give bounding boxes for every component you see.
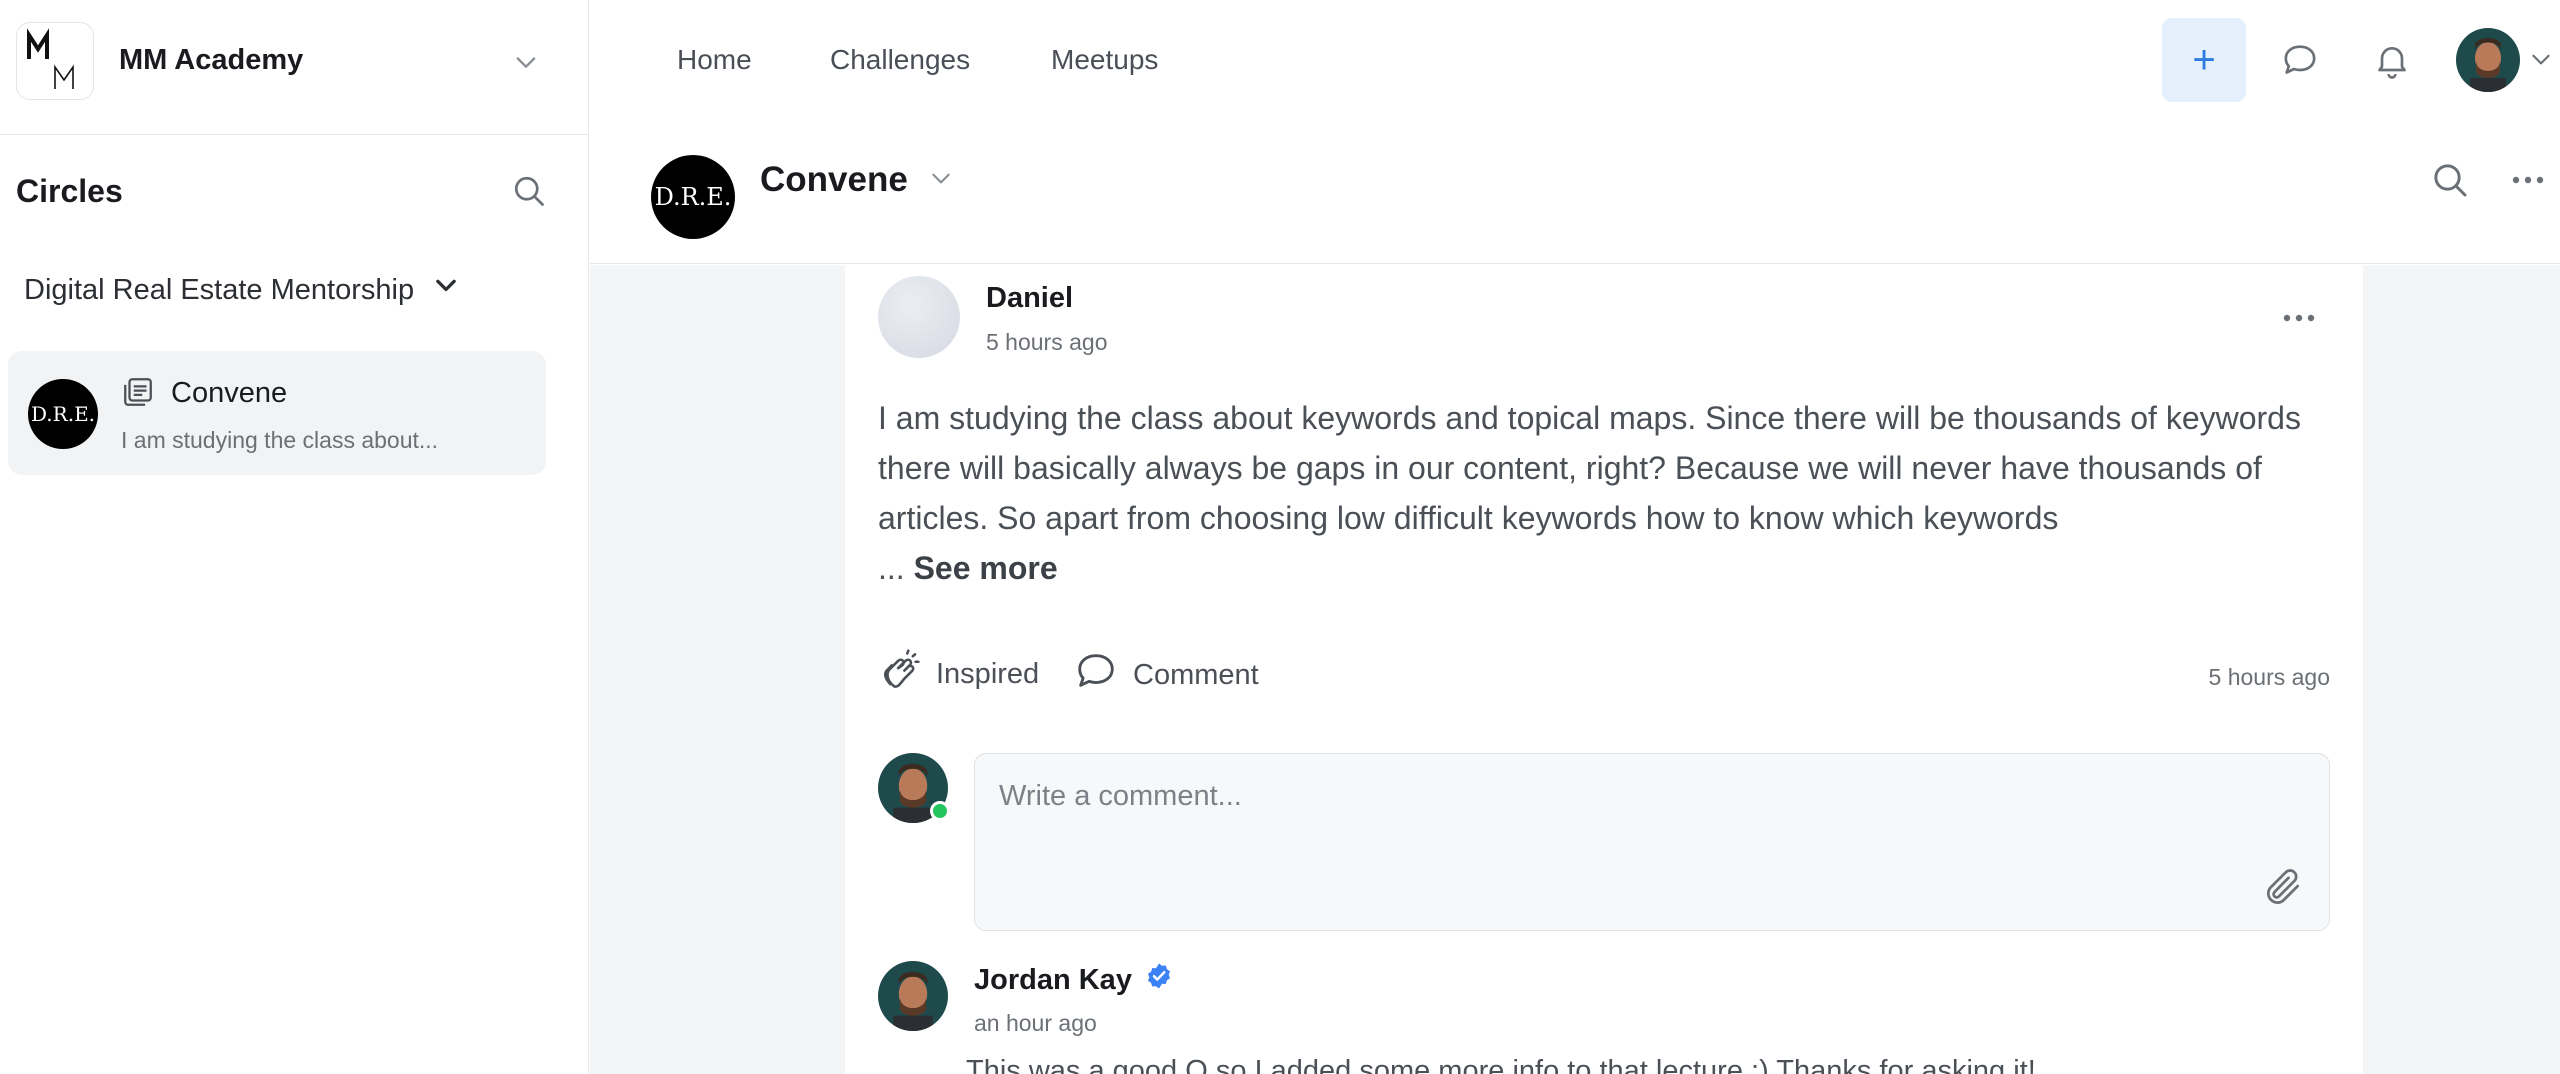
plus-icon: + <box>2192 37 2216 82</box>
post-author[interactable]: Daniel <box>986 282 1073 315</box>
post-body: I am studying the class about keywords a… <box>878 393 2338 593</box>
community-switcher[interactable]: MM Academy <box>0 0 589 135</box>
chevron-down-icon <box>432 272 460 308</box>
see-more-link[interactable]: See more <box>914 550 1058 586</box>
comment-composer[interactable] <box>974 753 2330 931</box>
clap-icon <box>878 648 922 700</box>
post-ellipsis: ... <box>878 550 905 586</box>
nav-challenges[interactable]: Challenges <box>830 44 970 76</box>
sidebar: MM Academy Circles Digital Real Estate M… <box>0 0 589 1074</box>
post-actions: Inspired Comment 5 hours ago <box>878 648 2330 704</box>
community-name: MM Academy <box>119 44 304 76</box>
reply-timestamp: an hour ago <box>974 1010 1097 1036</box>
chat-icon[interactable] <box>2280 40 2320 85</box>
space-title-dropdown[interactable]: Convene <box>760 160 954 200</box>
user-menu[interactable] <box>2456 28 2560 92</box>
avatar[interactable] <box>878 961 948 1031</box>
space-preview: I am studying the class about... <box>121 427 439 453</box>
avatar[interactable] <box>878 276 960 358</box>
post-timestamp: 5 hours ago <box>986 329 1108 355</box>
comment-icon <box>1073 648 1119 702</box>
paperclip-icon[interactable] <box>2261 865 2305 914</box>
comment-button[interactable]: Comment <box>1073 648 1259 702</box>
chevron-down-icon <box>928 160 954 200</box>
create-button[interactable]: + <box>2162 18 2246 102</box>
space-avatar: D.R.E. <box>28 379 98 449</box>
post-text: I am studying the class about keywords a… <box>878 400 2301 536</box>
nav-home[interactable]: Home <box>677 44 752 76</box>
top-nav: Home Challenges Meetups <box>590 0 2560 120</box>
online-indicator <box>930 801 950 821</box>
space-header: D.R.E. Convene <box>590 120 2560 264</box>
space-name: Convene <box>171 377 288 409</box>
posts-icon <box>121 375 155 414</box>
space-avatar: D.R.E. <box>651 155 735 239</box>
feed: Daniel 5 hours ago I am studying the cla… <box>590 265 2560 1074</box>
chevron-down-icon <box>512 48 540 81</box>
reply-author[interactable]: Jordan Kay <box>974 961 1174 999</box>
community-logo <box>16 22 94 100</box>
reply-body: This was a good Q so I added some more i… <box>966 1055 2036 1074</box>
verified-icon <box>1144 961 1174 999</box>
avatar <box>2456 28 2520 92</box>
search-icon[interactable] <box>2430 160 2470 205</box>
space-group-label: Digital Real Estate Mentorship <box>24 273 415 306</box>
post-timestamp: 5 hours ago <box>2208 664 2330 690</box>
reply-author-name: Jordan Kay <box>974 963 1132 996</box>
space-group-toggle[interactable]: Digital Real Estate Mentorship <box>24 272 460 308</box>
circles-heading: Circles <box>16 173 123 209</box>
sidebar-item-convene[interactable]: D.R.E. Convene I am studying the class a… <box>8 351 546 475</box>
chevron-down-icon <box>2528 46 2554 77</box>
post-card: Daniel 5 hours ago I am studying the cla… <box>845 265 2363 1074</box>
comment-input[interactable] <box>999 780 2199 813</box>
comment-label: Comment <box>1133 658 1259 691</box>
inspired-button[interactable]: Inspired <box>878 648 1039 700</box>
inspired-label: Inspired <box>936 657 1040 690</box>
more-icon[interactable] <box>2281 308 2317 333</box>
bell-icon[interactable] <box>2372 40 2412 85</box>
nav-meetups[interactable]: Meetups <box>1051 44 1158 76</box>
more-icon[interactable] <box>2510 167 2546 198</box>
page-title: Convene <box>760 160 908 199</box>
search-icon[interactable] <box>511 173 547 214</box>
